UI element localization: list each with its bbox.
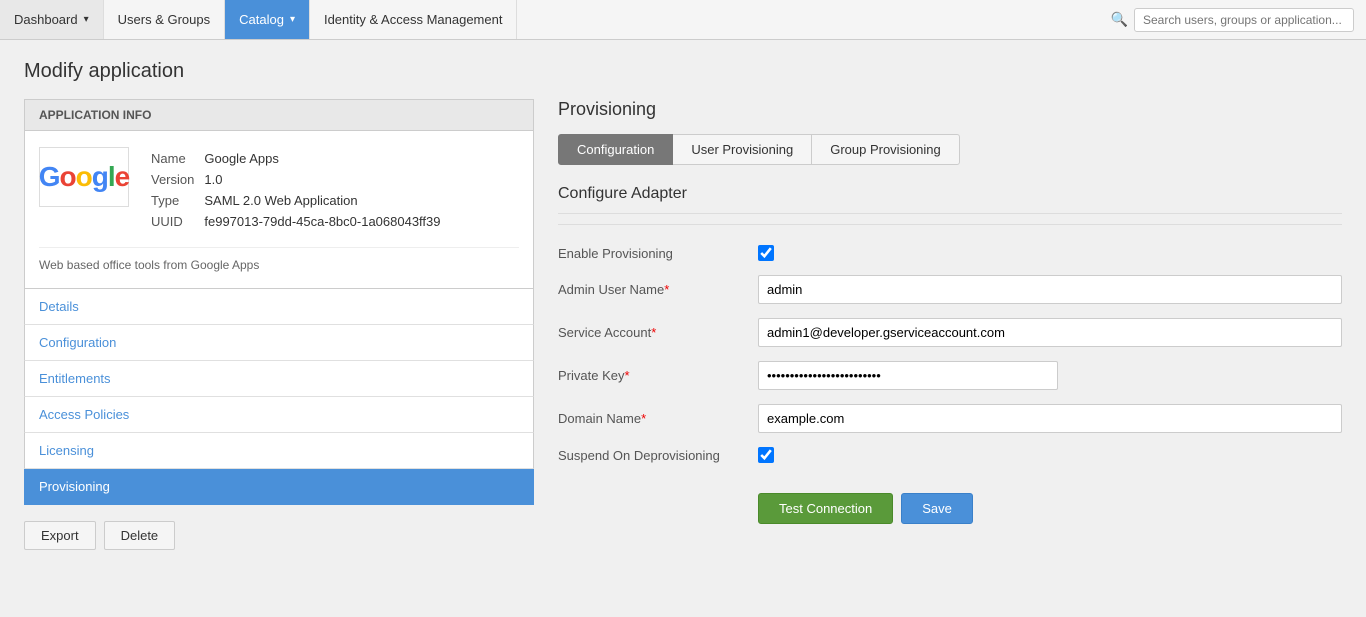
search-bar: 🔍 — [1111, 8, 1366, 32]
service-account-required: * — [651, 325, 656, 340]
configure-divider — [558, 224, 1342, 225]
left-panel: APPLICATION INFO Google Name — [24, 99, 534, 550]
search-input[interactable] — [1134, 8, 1354, 32]
sidebar-item-entitlements[interactable]: Entitlements — [24, 361, 534, 397]
left-nav: Details Configuration Entitlements Acces… — [24, 289, 534, 505]
nav-catalog[interactable]: Catalog ▾ — [225, 0, 310, 39]
service-account-label: Service Account* — [558, 325, 758, 340]
sidebar-item-details[interactable]: Details — [24, 289, 534, 325]
private-key-label: Private Key* — [558, 368, 758, 383]
app-name-row: Name Google Apps — [151, 149, 449, 168]
enable-provisioning-checkbox-wrap — [758, 245, 774, 261]
right-panel: Provisioning Configuration User Provisio… — [558, 99, 1342, 550]
nav-users-groups[interactable]: Users & Groups — [104, 0, 225, 39]
sidebar-item-access-policies[interactable]: Access Policies — [24, 397, 534, 433]
private-key-required: * — [624, 368, 629, 383]
suspend-deprovisioning-label: Suspend On Deprovisioning — [558, 448, 758, 463]
tab-configuration[interactable]: Configuration — [558, 134, 673, 165]
name-value: Google Apps — [204, 149, 448, 168]
suspend-deprovisioning-checkbox-wrap — [758, 447, 774, 463]
page-title: Modify application — [24, 60, 1342, 83]
domain-name-required: * — [641, 411, 646, 426]
domain-name-row: Domain Name* — [558, 404, 1342, 433]
top-navigation: Dashboard ▾ Users & Groups Catalog ▾ Ide… — [0, 0, 1366, 40]
private-key-row: Private Key* — [558, 361, 1342, 390]
test-connection-button[interactable]: Test Connection — [758, 493, 893, 524]
version-label: Version — [151, 170, 202, 189]
type-label: Type — [151, 191, 202, 210]
admin-username-label: Admin User Name* — [558, 282, 758, 297]
delete-button[interactable]: Delete — [104, 521, 176, 550]
app-info-top: Google Name Google Apps Version — [39, 147, 519, 233]
name-label: Name — [151, 149, 202, 168]
admin-username-input[interactable] — [758, 275, 1342, 304]
app-description: Web based office tools from Google Apps — [39, 247, 519, 272]
app-fields-table: Name Google Apps Version 1.0 Type SAML 2… — [149, 147, 451, 233]
app-uuid-row: UUID fe997013-79dd-45ca-8bc0-1a068043ff3… — [151, 212, 449, 231]
service-account-input[interactable] — [758, 318, 1342, 347]
suspend-deprovisioning-checkbox[interactable] — [758, 447, 774, 463]
enable-provisioning-checkbox[interactable] — [758, 245, 774, 261]
action-buttons: Test Connection Save — [558, 493, 1342, 524]
nav-users-groups-label: Users & Groups — [118, 12, 210, 27]
app-info-body: Google Name Google Apps Version — [25, 131, 533, 288]
configure-adapter-section: Configure Adapter Enable Provisioning Ad… — [558, 185, 1342, 544]
search-icon: 🔍 — [1111, 11, 1128, 28]
bottom-buttons: Export Delete — [24, 521, 534, 550]
sidebar-item-provisioning[interactable]: Provisioning — [24, 469, 534, 505]
google-logo-text: Google — [39, 161, 129, 193]
admin-username-row: Admin User Name* — [558, 275, 1342, 304]
private-key-input[interactable] — [758, 361, 1058, 390]
app-info-box: APPLICATION INFO Google Name — [24, 99, 534, 289]
sidebar-item-licensing[interactable]: Licensing — [24, 433, 534, 469]
tab-group-provisioning[interactable]: Group Provisioning — [811, 134, 960, 165]
main-layout: APPLICATION INFO Google Name — [24, 99, 1342, 550]
dashboard-dropdown-icon: ▾ — [84, 14, 89, 25]
nav-dashboard[interactable]: Dashboard ▾ — [0, 0, 104, 39]
sidebar-item-configuration[interactable]: Configuration — [24, 325, 534, 361]
save-button[interactable]: Save — [901, 493, 973, 524]
nav-catalog-label: Catalog — [239, 12, 284, 27]
domain-name-input[interactable] — [758, 404, 1342, 433]
version-value: 1.0 — [204, 170, 448, 189]
app-logo: Google — [39, 147, 129, 207]
provisioning-tab-bar: Configuration User Provisioning Group Pr… — [558, 134, 1342, 165]
uuid-label: UUID — [151, 212, 202, 231]
app-version-row: Version 1.0 — [151, 170, 449, 189]
enable-provisioning-label: Enable Provisioning — [558, 246, 758, 261]
enable-provisioning-row: Enable Provisioning — [558, 245, 1342, 261]
admin-username-required: * — [664, 282, 669, 297]
app-info-header: APPLICATION INFO — [25, 100, 533, 131]
type-value: SAML 2.0 Web Application — [204, 191, 448, 210]
service-account-row: Service Account* — [558, 318, 1342, 347]
tab-user-provisioning[interactable]: User Provisioning — [672, 134, 812, 165]
app-fields: Name Google Apps Version 1.0 Type SAML 2… — [149, 147, 451, 233]
page-content: Modify application APPLICATION INFO Goog… — [0, 40, 1366, 570]
app-type-row: Type SAML 2.0 Web Application — [151, 191, 449, 210]
suspend-deprovisioning-row: Suspend On Deprovisioning — [558, 447, 1342, 463]
nav-dashboard-label: Dashboard — [14, 12, 78, 27]
configure-adapter-title: Configure Adapter — [558, 185, 1342, 214]
uuid-value: fe997013-79dd-45ca-8bc0-1a068043ff39 — [204, 212, 448, 231]
nav-iam[interactable]: Identity & Access Management — [310, 0, 517, 39]
domain-name-label: Domain Name* — [558, 411, 758, 426]
catalog-dropdown-icon: ▾ — [290, 14, 295, 25]
export-button[interactable]: Export — [24, 521, 96, 550]
provisioning-title: Provisioning — [558, 99, 1342, 120]
nav-iam-label: Identity & Access Management — [324, 12, 502, 27]
